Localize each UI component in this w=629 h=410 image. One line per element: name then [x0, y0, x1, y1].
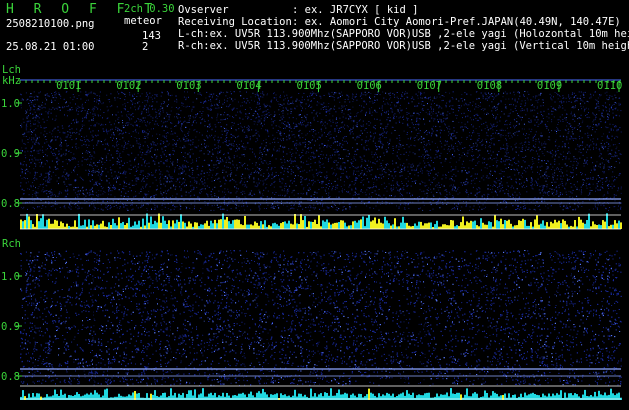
lch-level-bars: [20, 213, 622, 229]
lch-noise-field: [20, 91, 622, 211]
time-tick-label: 0110: [597, 80, 622, 92]
lch-freq-label: 1.0: [1, 98, 20, 110]
rch-freq-label: 1.0: [1, 271, 20, 283]
time-tick-label: 0103: [176, 80, 201, 92]
time-axis: 0101 0102 0103 0104 0105 0106 0107 0108 0109 0110: [56, 80, 622, 92]
rch-noise-field: [20, 250, 622, 386]
rch-level-bars: [20, 388, 622, 400]
lch-freq-label: 0.9: [1, 148, 20, 160]
rch-label: Rch: [2, 238, 21, 250]
time-tick-label: 0102: [116, 80, 141, 92]
time-tick-label: 0104: [236, 80, 261, 92]
rch-freq-label: 0.9: [1, 321, 20, 333]
time-tick-label: 0106: [357, 80, 382, 92]
time-tick-label: 0107: [417, 80, 442, 92]
rch-freq-label: 0.8: [1, 371, 20, 383]
khz-unit: kHz: [2, 75, 21, 87]
time-tick-label: 0108: [477, 80, 502, 92]
time-tick-label: 0109: [537, 80, 562, 92]
lch-freq-label: 0.8: [1, 198, 20, 210]
time-tick-label: 0105: [297, 80, 322, 92]
spectrogram-canvas: Lch kHz Rch 0101 0102 0103 0104 0105 0106 0107…: [1, 64, 622, 400]
time-tick-label: 0101: [56, 80, 81, 92]
